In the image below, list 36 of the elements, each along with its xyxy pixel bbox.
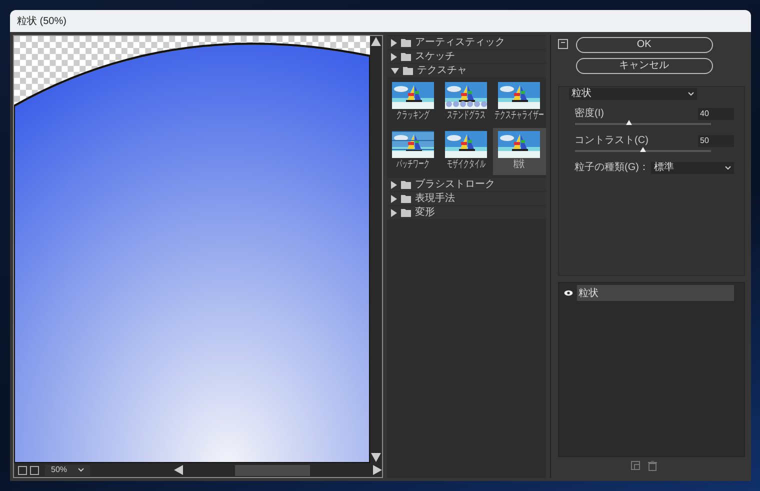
value-field[interactable]: 40	[698, 108, 734, 120]
value-field[interactable]: 50	[698, 134, 734, 146]
filter-category[interactable]: 変形	[387, 206, 546, 219]
scroll-thumb[interactable]	[235, 464, 310, 476]
filter-category[interactable]: アーティスティック	[387, 36, 546, 49]
filter-thumbnail[interactable]: 粒状	[492, 128, 546, 175]
new-layer-icon[interactable]	[631, 461, 640, 470]
scroll-left-icon[interactable]	[174, 465, 183, 475]
filter-select[interactable]: 粒状	[568, 88, 697, 100]
slider-thumb[interactable]	[640, 147, 646, 152]
filter-thumbnail[interactable]: ステンドグラス	[440, 79, 493, 126]
zoom-select[interactable]: 50%	[45, 464, 90, 476]
cancel-button[interactable]: キャンセル	[576, 58, 713, 74]
chevron-down-icon	[725, 166, 731, 170]
zoom-out-icon[interactable]	[18, 466, 27, 474]
filter-category[interactable]: スケッチ	[387, 50, 546, 63]
filter-thumbnail[interactable]: テクスチャライザー	[492, 79, 546, 126]
setting-label: 密度(I)	[574, 106, 604, 121]
filter-thumbnail[interactable]: モザイクタイル	[440, 128, 493, 175]
window-title: 粒状 (50%)	[17, 14, 66, 28]
eye-icon[interactable]	[564, 290, 574, 296]
filter-category[interactable]: ブラシストローク	[387, 178, 546, 191]
filter-thumbnail[interactable]: パッチワーク	[387, 128, 440, 175]
filter-thumbnail[interactable]: クラッキング	[387, 79, 440, 126]
setting-label: 粒子の種類(G)：	[574, 160, 649, 175]
setting-label: コントラスト(C)	[574, 134, 648, 148]
grain-type-select[interactable]: 標準	[651, 162, 734, 174]
zoom-in-icon[interactable]	[30, 466, 39, 474]
slider-thumb[interactable]	[626, 120, 632, 125]
collapse-icon[interactable]	[558, 39, 568, 49]
chevron-down-icon	[688, 92, 694, 96]
trash-icon[interactable]	[648, 461, 658, 471]
ok-button[interactable]: OK	[576, 37, 713, 53]
filter-category[interactable]: テクスチャ	[387, 64, 546, 77]
filter-category[interactable]: 表現手法	[387, 192, 546, 205]
chevron-down-icon	[78, 468, 84, 472]
